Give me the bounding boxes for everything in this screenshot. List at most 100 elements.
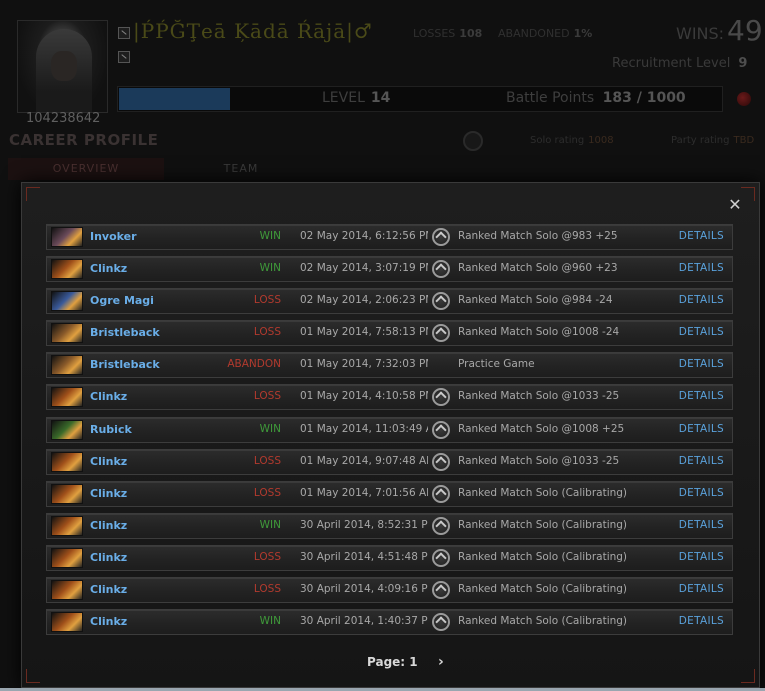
details-button[interactable]: DETAILS: [679, 358, 724, 370]
wins-value: 49: [727, 14, 763, 47]
match-date: 30 April 2014, 8:52:31 PM: [300, 518, 428, 531]
chevron-right-icon[interactable]: ›: [438, 654, 444, 670]
hero-portrait-icon: [51, 355, 83, 376]
details-button[interactable]: DETAILS: [679, 230, 724, 242]
match-date: 01 May 2014, 4:10:58 PM: [300, 390, 428, 403]
game-mode: Ranked Match Solo @960 +23: [458, 262, 618, 275]
modal-corner-ornament: [26, 187, 40, 201]
player-name: |ṔṔĞŢeā Ķādā Ŕājā|♂: [133, 19, 373, 43]
hero-name: Invoker: [90, 230, 137, 243]
close-icon[interactable]: ✕: [726, 196, 744, 214]
modal-corner-ornament: [741, 669, 755, 683]
match-date: 30 April 2014, 1:40:37 PM: [300, 615, 428, 628]
match-row[interactable]: Invoker WIN 02 May 2014, 6:12:56 PM Ranked …: [46, 224, 733, 250]
match-row[interactable]: Clinkz LOSS 01 May 2014, 9:07:48 AM Ranked …: [46, 448, 733, 475]
match-result: LOSS: [253, 583, 281, 596]
game-mode: Ranked Match Solo (Calibrating): [458, 518, 628, 531]
abandoned-value: 1%: [573, 27, 593, 40]
hero-portrait-icon: [51, 259, 83, 280]
details-button[interactable]: DETAILS: [679, 423, 724, 435]
match-row[interactable]: Clinkz WIN 02 May 2014, 3:07:19 PM Ranked M…: [46, 256, 733, 283]
ranked-mode-icon: [432, 324, 450, 343]
hero-name: Clinkz: [90, 454, 128, 468]
hero-name: Clinkz: [90, 550, 128, 564]
match-result: LOSS: [253, 294, 281, 307]
game-mode: Ranked Match Solo @983 +25: [458, 230, 618, 242]
details-button[interactable]: DETAILS: [679, 551, 724, 563]
ranked-mode-icon: [432, 581, 450, 600]
match-row[interactable]: Clinkz WIN 30 April 2014, 8:52:31 PM Ranked…: [46, 512, 733, 539]
match-result: LOSS: [253, 326, 281, 339]
ranked-mode-icon: [432, 452, 450, 471]
details-button[interactable]: DETAILS: [679, 262, 724, 274]
match-date: 02 May 2014, 3:07:19 PM: [300, 262, 428, 275]
details-button[interactable]: DETAILS: [679, 519, 724, 531]
battle-points-fill: [119, 88, 230, 110]
ranked-mode-icon: [432, 516, 450, 535]
hero-portrait-icon: [51, 612, 83, 633]
match-date: 01 May 2014, 7:01:56 AM: [300, 486, 428, 499]
game-mode: Ranked Match Solo (Calibrating): [458, 583, 628, 596]
party-rating: Party rating TBD: [671, 135, 754, 146]
losses-stat: LOSSES 108: [413, 27, 482, 40]
tab-overview[interactable]: OVERVIEW: [8, 158, 164, 180]
match-result: ABANDON: [227, 358, 281, 371]
match-result: WIN: [259, 230, 281, 242]
edit-icon[interactable]: [118, 27, 130, 39]
details-button[interactable]: DETAILS: [679, 390, 724, 402]
hero-name: Bristleback: [90, 326, 160, 340]
notification-orb-icon[interactable]: [737, 92, 751, 106]
match-row[interactable]: Ogre Magi LOSS 02 May 2014, 2:06:23 PM Rank…: [46, 288, 733, 315]
tab-team[interactable]: TEAM: [166, 158, 316, 180]
match-row[interactable]: Rubick WIN 01 May 2014, 11:03:49 AM Ranked …: [46, 416, 733, 443]
details-button[interactable]: DETAILS: [679, 615, 724, 627]
game-mode: Ranked Match Solo @984 -24: [458, 294, 613, 307]
details-button[interactable]: DETAILS: [679, 326, 724, 338]
match-result: WIN: [259, 615, 281, 628]
hero-name: Clinkz: [90, 486, 128, 500]
match-history-list: Invoker WIN 02 May 2014, 6:12:56 PM Ranked …: [46, 224, 733, 641]
hero-portrait-icon: [51, 451, 83, 472]
hero-portrait-icon: [51, 387, 83, 408]
match-date: 01 May 2014, 7:32:03 PM: [300, 358, 428, 371]
details-button[interactable]: DETAILS: [679, 583, 724, 595]
ranked-mode-icon: [432, 228, 450, 246]
level-value: 14: [370, 90, 391, 106]
ranked-mode-icon: [432, 420, 450, 439]
hero-name: Bristleback: [90, 358, 160, 372]
hero-portrait-icon: [51, 419, 83, 440]
losses-value: 108: [459, 27, 483, 40]
battle-points-value: 183 / 1000: [602, 90, 686, 106]
link-icon[interactable]: [118, 51, 130, 63]
party-rating-value: TBD: [733, 135, 755, 146]
match-date: 02 May 2014, 2:06:23 PM: [300, 294, 428, 307]
match-row[interactable]: Clinkz LOSS 30 April 2014, 4:09:16 PM Ranke…: [46, 577, 733, 604]
game-mode: Ranked Match Solo (Calibrating): [458, 615, 628, 628]
match-date: 01 May 2014, 9:07:48 AM: [300, 454, 428, 467]
account-id: 104238642: [26, 111, 101, 126]
details-button[interactable]: DETAILS: [679, 294, 724, 306]
match-result: WIN: [259, 262, 281, 275]
match-row[interactable]: Clinkz LOSS 30 April 2014, 4:51:48 PM Ranke…: [46, 544, 733, 571]
level-display: LEVEL 14: [322, 90, 390, 106]
game-mode: Ranked Match Solo (Calibrating): [458, 486, 628, 499]
level-label: LEVEL: [322, 90, 365, 106]
details-button[interactable]: DETAILS: [679, 455, 724, 467]
match-result: LOSS: [253, 390, 281, 403]
party-rating-label: Party rating: [671, 135, 730, 146]
match-result: LOSS: [253, 454, 281, 467]
match-date: 30 April 2014, 4:51:48 PM: [300, 550, 428, 563]
hero-name: Clinkz: [90, 390, 128, 404]
match-row[interactable]: Bristleback ABANDON 01 May 2014, 7:32:03 P…: [46, 352, 733, 379]
modal-corner-ornament: [26, 669, 40, 683]
match-row[interactable]: Bristleback LOSS 01 May 2014, 7:58:13 PM Ra…: [46, 320, 733, 347]
hero-portrait-icon: [51, 483, 83, 504]
match-row[interactable]: Clinkz LOSS 01 May 2014, 4:10:58 PM Ranked …: [46, 384, 733, 411]
details-button[interactable]: DETAILS: [679, 487, 724, 499]
ranked-mode-icon: [432, 484, 450, 503]
player-avatar: [17, 20, 108, 113]
match-date: 01 May 2014, 11:03:49 AM: [300, 422, 428, 435]
match-row[interactable]: Clinkz WIN 30 April 2014, 1:40:37 PM Ranked…: [46, 609, 733, 636]
solo-rating-value: 1008: [588, 135, 614, 146]
match-row[interactable]: Clinkz LOSS 01 May 2014, 7:01:56 AM Ranked …: [46, 480, 733, 507]
